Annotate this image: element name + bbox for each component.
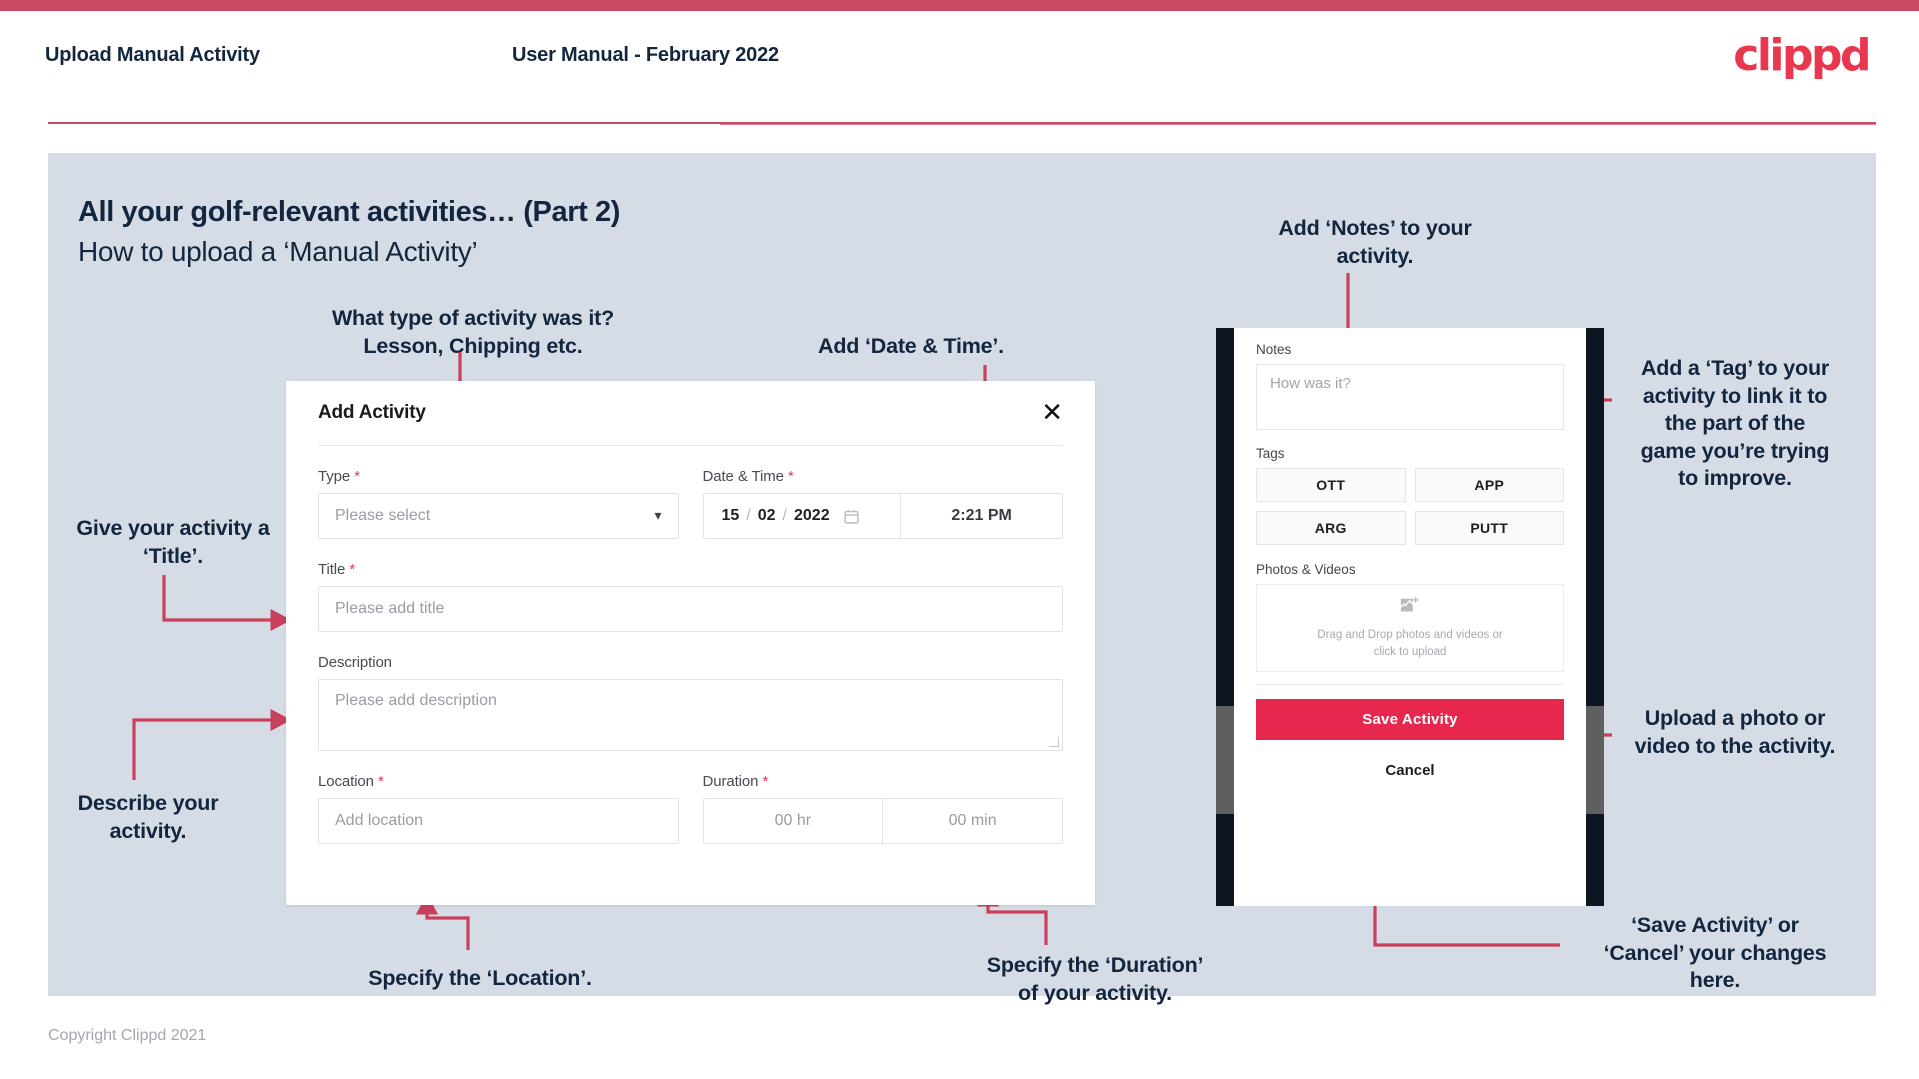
location-input[interactable]: Add location	[318, 798, 679, 844]
required-asterisk: *	[378, 773, 384, 790]
dialog-header: Add Activity ✕	[286, 381, 1095, 445]
date-year: 2022	[794, 507, 830, 524]
label-description: Description	[318, 654, 392, 671]
tag-arg[interactable]: ARG	[1256, 511, 1406, 545]
annotation-save-cancel: ‘Save Activity’ or ‘Cancel’ your changes h…	[1603, 913, 1827, 993]
phone-button-left-volume	[1216, 706, 1234, 814]
dropzone-text: Drag and Drop photos and videos or click…	[1317, 627, 1502, 660]
time-input[interactable]: 2:21 PM	[901, 494, 1062, 538]
cancel-button[interactable]: Cancel	[1256, 762, 1564, 779]
header-left-title: Upload Manual Activity	[45, 44, 260, 66]
title-placeholder: Please add title	[335, 600, 445, 617]
phone-mockup: Notes How was it? Tags OTT APP ARG PUTT …	[1216, 328, 1604, 906]
field-datetime: Date & Time * 15 / 02 / 2022 2:21 PM	[702, 468, 1063, 539]
label-duration: Duration *	[702, 773, 769, 790]
required-asterisk: *	[349, 561, 356, 578]
field-type: Type * Please select ▾	[318, 468, 679, 539]
tags-label: Tags	[1256, 446, 1285, 461]
type-placeholder: Please select	[335, 507, 431, 524]
date-separator: /	[746, 507, 751, 524]
header-divider-light	[720, 124, 1876, 125]
phone-bezel-right	[1586, 328, 1604, 906]
datetime-control: 15 / 02 / 2022 2:21 PM	[702, 493, 1063, 539]
description-placeholder: Please add description	[335, 692, 497, 709]
calendar-icon[interactable]	[843, 508, 860, 525]
duration-minutes-input[interactable]: 00 min	[883, 799, 1062, 843]
phone-bezel-right-bottom	[1586, 814, 1604, 906]
phone-button-right-power	[1586, 706, 1604, 814]
tags-grid: OTT APP ARG PUTT	[1256, 468, 1564, 545]
notes-placeholder: How was it?	[1270, 375, 1351, 392]
dropzone-line2: click to upload	[1373, 645, 1447, 658]
description-textarea[interactable]: Please add description	[318, 679, 1063, 751]
header-center-title: User Manual - February 2022	[512, 44, 779, 66]
top-accent-bar	[0, 0, 1919, 11]
field-location: Location * Add location	[318, 773, 679, 844]
photo-upload-dropzone[interactable]: Drag and Drop photos and videos or click…	[1256, 584, 1564, 672]
type-select[interactable]: Please select ▾	[318, 493, 679, 539]
phone-bezel-left	[1216, 328, 1234, 906]
annotation-location: Specify the ‘Location’.	[368, 966, 592, 990]
field-duration: Duration * 00 hr 00 min	[702, 773, 1063, 844]
annotation-notes: Add ‘Notes’ to your activity.	[1278, 216, 1472, 268]
required-asterisk: *	[788, 468, 794, 485]
tag-putt[interactable]: PUTT	[1414, 511, 1564, 545]
dialog-title: Add Activity	[318, 402, 426, 423]
dialog-body: Type * Please select ▾ Date & Time * 15 …	[286, 446, 1095, 844]
date-input[interactable]: 15 / 02 / 2022	[704, 494, 902, 538]
annotation-datetime: Add ‘Date & Time’.	[818, 334, 1004, 358]
label-type: Type *	[318, 468, 360, 485]
slide-title: All your golf-relevant activities… (Part…	[78, 196, 620, 228]
dropzone-line1: Drag and Drop photos and videos or	[1317, 628, 1503, 641]
phone-divider	[1256, 684, 1564, 685]
field-description: Description Please add description	[318, 654, 1063, 751]
phone-screen: Notes How was it? Tags OTT APP ARG PUTT …	[1234, 328, 1586, 906]
add-activity-dialog: Add Activity ✕ Type * Please select ▾ Da…	[286, 381, 1095, 905]
date-separator: /	[782, 507, 787, 524]
notes-label: Notes	[1256, 342, 1292, 357]
label-title: Title *	[318, 561, 356, 578]
annotation-upload: Upload a photo or video to the activity.	[1634, 706, 1836, 758]
close-icon[interactable]: ✕	[1041, 400, 1063, 426]
add-image-icon	[1399, 596, 1421, 621]
chevron-down-icon: ▾	[654, 508, 662, 524]
annotation-description: Describe your activity.	[77, 791, 219, 843]
photos-videos-label: Photos & Videos	[1256, 562, 1356, 577]
title-input[interactable]: Please add title	[318, 586, 1063, 632]
required-asterisk: *	[762, 773, 769, 790]
label-location: Location *	[318, 773, 384, 790]
annotation-type: What type of activity was it? Lesson, Chi…	[331, 306, 615, 358]
annotation-tag: Add a ‘Tag’ to your activity to link it t…	[1640, 356, 1830, 491]
form-row-type-datetime: Type * Please select ▾ Date & Time * 15 …	[318, 468, 1063, 539]
location-placeholder: Add location	[335, 812, 424, 829]
duration-control: 00 hr 00 min	[702, 798, 1063, 844]
annotation-duration: Specify the ‘Duration’ of your activity.	[986, 953, 1204, 1005]
slide-page: Upload Manual Activity User Manual - Feb…	[0, 0, 1919, 1079]
clippd-logo: clippd	[1733, 30, 1871, 81]
save-activity-button[interactable]: Save Activity	[1256, 699, 1564, 740]
tag-app[interactable]: APP	[1414, 468, 1564, 502]
field-title: Title * Please add title	[318, 561, 1063, 632]
slide-subtitle: How to upload a ‘Manual Activity’	[78, 236, 478, 267]
footer-copyright: Copyright Clippd 2021	[48, 1027, 207, 1044]
date-day: 15	[721, 507, 740, 524]
form-row-location-duration: Location * Add location Duration * 00 hr…	[318, 773, 1063, 844]
tag-ott[interactable]: OTT	[1256, 468, 1406, 502]
required-asterisk: *	[354, 468, 360, 485]
label-datetime: Date & Time *	[702, 468, 794, 485]
duration-hours-input[interactable]: 00 hr	[704, 799, 884, 843]
notes-textarea[interactable]: How was it?	[1256, 364, 1564, 430]
date-month: 02	[757, 507, 776, 524]
annotation-title: Give your activity a ‘Title’.	[76, 516, 270, 568]
phone-bezel-left-bottom	[1216, 814, 1234, 906]
